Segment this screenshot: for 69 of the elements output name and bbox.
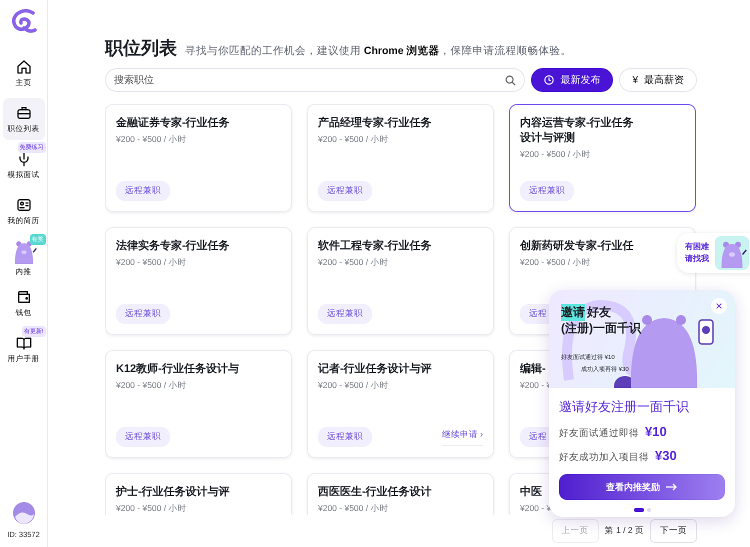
- job-title: 金融证券专家-行业任务: [116, 116, 230, 131]
- job-card[interactable]: 软件工程专家-行业任务 ¥200 - ¥500 / 小时 远程兼职: [307, 227, 494, 335]
- continue-link[interactable]: 继续申请 ›: [442, 428, 483, 446]
- job-title: 编辑-: [520, 362, 546, 377]
- job-pay: ¥200 - ¥500 / 小时: [116, 503, 186, 515]
- job-card[interactable]: 内容运营专家-行业任务设计与评测 ¥200 - ¥500 / 小时 远程兼职: [509, 104, 696, 212]
- job-title: 法律实务专家-行业任务: [116, 239, 230, 254]
- book-icon: [16, 334, 32, 350]
- carousel-dot[interactable]: [646, 508, 650, 512]
- reward-label: 好友成功加入项目得: [559, 451, 649, 464]
- job-pay: ¥200 - ¥500 / 小时: [520, 149, 590, 161]
- job-title: 软件工程专家-行业任务: [318, 239, 432, 254]
- help-widget[interactable]: 有困难请找我: [677, 233, 750, 273]
- page-subtitle: 寻找与你匹配的工作机会，建议使用 Chrome 浏览器，保障申请流程顺畅体验。: [185, 44, 572, 58]
- wallet-icon: [16, 288, 32, 304]
- page-status: 第 1 / 2 页: [604, 525, 644, 537]
- banner-heading: (注册)一面千识: [561, 320, 641, 337]
- job-tag: 远程兼职: [318, 181, 372, 201]
- home-icon: [16, 58, 32, 74]
- clock-icon: [544, 75, 554, 85]
- logo: [10, 8, 36, 34]
- banner-highlight: 邀请: [561, 304, 585, 321]
- avatar[interactable]: [12, 502, 34, 524]
- job-title: 记者-行业任务设计与评: [318, 362, 432, 377]
- job-title: K12教师-行业任务设计与: [116, 362, 239, 377]
- briefcase-icon: [16, 104, 32, 120]
- reward-amount: ¥10: [645, 424, 667, 439]
- job-tag: 远程兼职: [520, 181, 574, 201]
- job-card[interactable]: 西医医生-行业任务设计 ¥200 - ¥500 / 小时: [307, 473, 494, 515]
- reward-amount: ¥30: [655, 448, 677, 463]
- job-card[interactable]: 护士-行业任务设计与评 ¥200 - ¥500 / 小时: [105, 473, 292, 515]
- job-tag: 远程兼职: [318, 304, 372, 324]
- job-title: 西医医生-行业任务设计: [318, 485, 432, 500]
- job-pay: ¥200 - ¥500 / 小时: [318, 134, 388, 146]
- reward-label: 好友面试通过即得: [559, 427, 639, 440]
- page-title: 职位列表: [105, 37, 177, 60]
- view-rewards-button[interactable]: 查看内推奖励: [559, 474, 725, 500]
- job-card[interactable]: 产品经理专家-行业任务 ¥200 - ¥500 / 小时 远程兼职: [307, 104, 494, 212]
- job-card[interactable]: 法律实务专家-行业任务 ¥200 - ¥500 / 小时 远程兼职: [105, 227, 292, 335]
- sort-button[interactable]: ¥ 最高薪资: [619, 68, 697, 92]
- job-card[interactable]: 金融证券专家-行业任务 ¥200 - ¥500 / 小时 远程兼职: [105, 104, 292, 212]
- job-pay: ¥200 - ¥500 / 小时: [116, 257, 186, 269]
- job-title: 中医: [520, 485, 542, 500]
- job-title: 创新药研发专家-行业任: [520, 239, 634, 254]
- next-page-button[interactable]: 下一页: [650, 519, 697, 543]
- search-field[interactable]: 搜索职位: [105, 68, 526, 92]
- job-pay: ¥200 - ¥500 / 小时: [318, 257, 388, 269]
- job-tag: 远程兼职: [116, 181, 170, 201]
- job-title: 产品经理专家-行业任务: [318, 116, 432, 131]
- job-pay: ¥200 - ¥500 / 小时: [520, 257, 590, 269]
- idcard-icon: [16, 196, 32, 212]
- job-card[interactable]: 记者-行业任务设计与评 ¥200 - ¥500 / 小时 远程兼职 继续申请 ›: [307, 350, 494, 458]
- job-card[interactable]: K12教师-行业任务设计与 ¥200 - ¥500 / 小时 远程兼职: [105, 350, 292, 458]
- job-pay: ¥200 - ¥500 / 小时: [116, 380, 186, 392]
- sort-button[interactable]: 最新发布: [531, 68, 614, 92]
- job-tag: 远程兼职: [116, 427, 170, 447]
- job-pay: ¥200 - ¥500 / 小时: [318, 380, 388, 392]
- close-button[interactable]: ×: [711, 298, 727, 314]
- banner-heading: 好友: [587, 304, 611, 321]
- promo-title: 邀请好友注册一面千识: [559, 398, 690, 416]
- job-title: 内容运营专家-行业任务设计与评测: [520, 116, 635, 146]
- search-icon: [505, 75, 516, 86]
- job-tag: 远程兼职: [116, 304, 170, 324]
- job-pay: ¥200 - ¥500 / 小时: [116, 134, 186, 146]
- yen-icon: ¥: [632, 74, 638, 86]
- job-pay: ¥200 - ¥500 / 小时: [318, 503, 388, 515]
- job-tag: 远程兼职: [318, 427, 372, 447]
- arrow-icon: [666, 483, 678, 491]
- job-title: 护士-行业任务设计与评: [116, 485, 230, 500]
